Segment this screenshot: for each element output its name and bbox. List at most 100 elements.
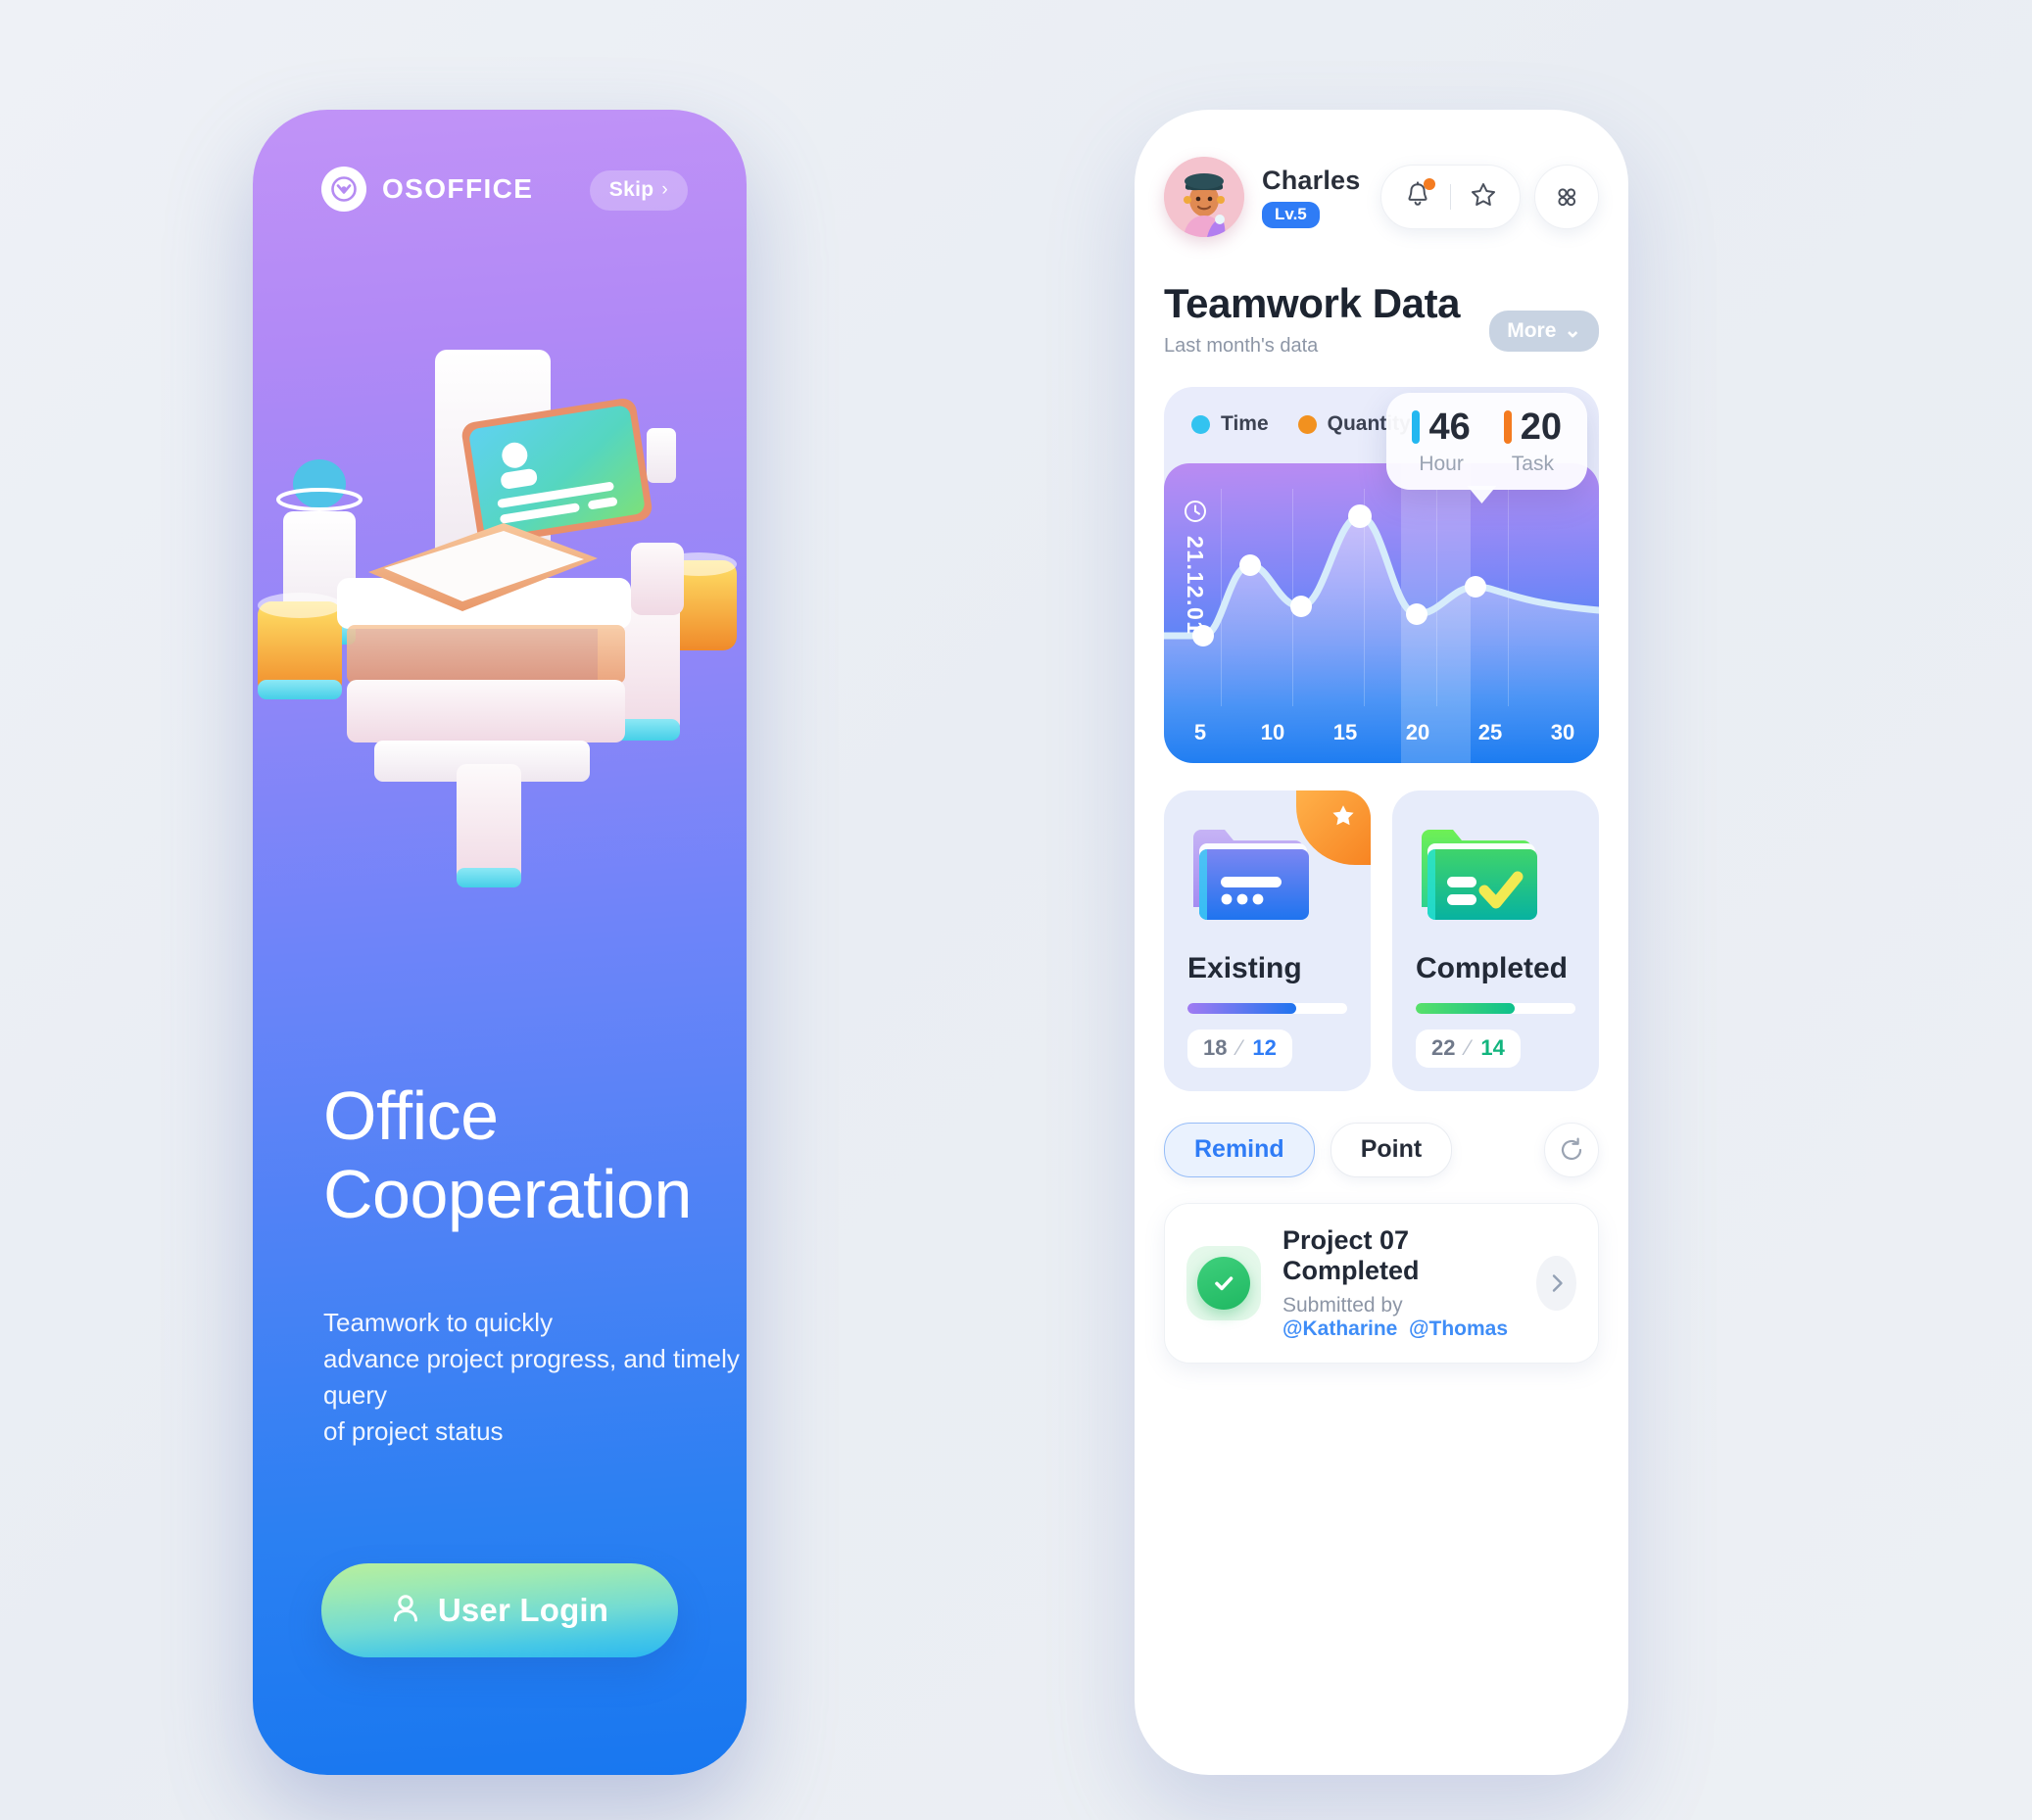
- stat-card-count: 22 ⁄ 14: [1416, 1030, 1521, 1068]
- skip-button[interactable]: Skip ›: [589, 170, 688, 211]
- dashboard-screen: Charles Lv.5 Teamwork Data Last month's …: [1135, 110, 1628, 1775]
- chevron-right-icon: [1552, 1274, 1563, 1292]
- tooltip-bar-hour: [1412, 410, 1421, 444]
- header-divider: [1450, 184, 1451, 210]
- chevron-right-icon: ›: [661, 179, 668, 200]
- chart-date-text: 21.12.01: [1183, 536, 1208, 636]
- list-item-text: Project 07 Completed Submitted by @Katha…: [1282, 1225, 1536, 1341]
- section-header: Teamwork Data Last month's data More ⌄: [1164, 280, 1599, 358]
- brand-name: OSOFFICE: [382, 173, 534, 204]
- description-line-3: of project status: [323, 1415, 504, 1446]
- legend-dot-quantity: [1297, 414, 1317, 434]
- stat-card-title: Existing: [1187, 952, 1302, 984]
- stat-card-existing[interactable]: Existing 18 ⁄ 12: [1164, 790, 1371, 1091]
- brand-bar: OSOFFICE: [321, 167, 533, 212]
- avatar[interactable]: [1164, 157, 1244, 237]
- osoffice-logo-icon: [321, 167, 366, 212]
- x-tick-label: 20: [1405, 720, 1430, 744]
- star-filled-icon: [1332, 805, 1354, 826]
- user-level-badge: Lv.5: [1262, 202, 1320, 228]
- section-subtitle: Last month's data: [1164, 335, 1319, 357]
- chart-date-annotation: 21.12.01: [1182, 499, 1208, 636]
- user-icon: [391, 1593, 420, 1629]
- tooltip-task: 20 Task: [1503, 407, 1562, 476]
- list-item-subtitle: Submitted by @Katharine @Thomas: [1282, 1294, 1536, 1341]
- teamwork-chart-card[interactable]: Time Quantity 21.12.01 5 10 15 20 25 30 …: [1164, 387, 1599, 763]
- tooltip-hour: 46 Hour: [1412, 407, 1471, 476]
- user-name: Charles: [1262, 166, 1361, 195]
- check-circle-icon: [1197, 1257, 1250, 1310]
- tooltip-bar-task: [1503, 410, 1512, 444]
- dashboard-header: Charles Lv.5: [1164, 157, 1599, 237]
- progress-fill: [1187, 1003, 1296, 1014]
- stat-card-completed[interactable]: Completed 22 ⁄ 14: [1392, 790, 1599, 1091]
- chart-x-axis: 5 10 15 20 25 30: [1164, 720, 1599, 745]
- description-line-1: Teamwork to quickly: [323, 1308, 554, 1337]
- chart-data-points: [1192, 504, 1486, 647]
- notification-badge-dot: [1424, 177, 1435, 190]
- notifications-button[interactable]: [1403, 177, 1435, 215]
- legend-dot-time: [1191, 414, 1210, 434]
- refresh-button[interactable]: [1544, 1123, 1599, 1177]
- list-item[interactable]: Project 07 Completed Submitted by @Katha…: [1164, 1203, 1599, 1364]
- status-icon-wrap: [1186, 1246, 1261, 1320]
- filter-tabs: Remind Point: [1164, 1123, 1599, 1177]
- mention-thomas[interactable]: @Thomas: [1409, 1317, 1508, 1340]
- favorites-button[interactable]: [1469, 180, 1498, 215]
- headline-line-2: Cooperation: [323, 1155, 692, 1232]
- tooltip-task-label: Task: [1511, 453, 1554, 475]
- user-login-button[interactable]: User Login: [321, 1563, 678, 1657]
- stat-card-title: Completed: [1416, 952, 1569, 984]
- x-tick-label: 5: [1193, 720, 1207, 744]
- description-line-2: advance project progress, and timely que…: [323, 1343, 740, 1410]
- x-tick-label: 10: [1260, 720, 1285, 744]
- workspace-illustration: [253, 335, 747, 913]
- x-tick-label: 30: [1550, 720, 1575, 744]
- chart-legend: Time Quantity: [1191, 412, 1411, 436]
- skip-label: Skip: [608, 178, 654, 201]
- chart-tooltip: 46 Hour 20 Task: [1386, 393, 1587, 503]
- page-title: Office Cooperation: [323, 1078, 692, 1234]
- grid-menu-icon: [1558, 188, 1576, 207]
- headline-line-1: Office: [323, 1078, 499, 1154]
- x-tick-label: 25: [1477, 720, 1503, 744]
- legend-label-time: Time: [1221, 412, 1269, 435]
- star-icon: [1472, 182, 1495, 206]
- mention-katharine[interactable]: @Katharine: [1282, 1317, 1397, 1340]
- more-button[interactable]: More ⌄: [1489, 311, 1599, 352]
- clock-icon: [1184, 501, 1206, 522]
- stat-cards-row: Existing 18 ⁄ 12 Completed 22 ⁄ 14: [1164, 790, 1599, 1091]
- screenshot-canvas: OSOFFICE Skip › Office Cooperation Teamw…: [0, 0, 2032, 1820]
- chart-plot-area: 21.12.01 5 10 15 20 25 30: [1164, 463, 1599, 763]
- progress-bar: [1187, 1003, 1347, 1014]
- x-tick-label: 15: [1332, 720, 1358, 744]
- count-total: 18: [1203, 1035, 1228, 1060]
- user-info: Charles Lv.5: [1262, 166, 1360, 228]
- stat-card-count: 18 ⁄ 12: [1187, 1030, 1292, 1068]
- user-login-label: User Login: [437, 1592, 609, 1628]
- header-action-pill: [1380, 165, 1521, 229]
- progress-fill: [1416, 1003, 1516, 1014]
- tooltip-task-value: 20: [1520, 407, 1562, 448]
- count-done: 14: [1480, 1035, 1505, 1060]
- page-description: Teamwork to quickly advance project prog…: [323, 1305, 747, 1450]
- count-slash: ⁄: [1237, 1035, 1242, 1060]
- apps-menu-button[interactable]: [1534, 165, 1599, 229]
- tooltip-hour-value: 46: [1428, 407, 1471, 448]
- refresh-icon: [1561, 1137, 1582, 1161]
- tab-remind[interactable]: Remind: [1164, 1123, 1315, 1177]
- count-done: 12: [1252, 1035, 1277, 1060]
- list-item-title: Project 07 Completed: [1282, 1225, 1420, 1285]
- progress-bar: [1416, 1003, 1575, 1014]
- chevron-down-icon: ⌄: [1564, 319, 1581, 342]
- tab-point[interactable]: Point: [1330, 1123, 1453, 1177]
- submitted-prefix: Submitted by: [1282, 1294, 1403, 1317]
- legend-item-time: Time: [1191, 412, 1269, 436]
- section-title: Teamwork Data: [1164, 280, 1461, 326]
- folder-green-check-icon: [1416, 816, 1575, 936]
- more-label: More: [1507, 318, 1557, 342]
- count-slash: ⁄: [1466, 1035, 1471, 1060]
- count-total: 22: [1431, 1035, 1456, 1060]
- list-item-chevron-button[interactable]: [1536, 1256, 1576, 1311]
- onboarding-screen: OSOFFICE Skip › Office Cooperation Teamw…: [253, 110, 747, 1775]
